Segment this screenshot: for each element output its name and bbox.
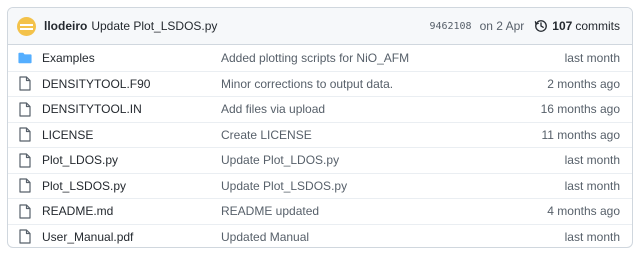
file-icon [18, 76, 32, 92]
commit-count: 107 [552, 19, 573, 33]
commit-date: on 2 Apr [479, 19, 525, 33]
file-commit-message-link[interactable]: Updated Manual [221, 230, 565, 244]
file-list: Examples Added plotting scripts for NiO_A… [8, 45, 632, 248]
file-row[interactable]: DENSITYTOOL.F90 Minor corrections to outp… [8, 70, 632, 97]
file-commit-message-link[interactable]: README updated [221, 204, 547, 218]
file-commit-age: last month [564, 178, 620, 193]
file-commit-age: last month [564, 153, 620, 168]
file-icon [18, 203, 32, 219]
file-commit-message-link[interactable]: Create LICENSE [221, 128, 542, 142]
file-name-link[interactable]: User_Manual.pdf [42, 230, 212, 244]
file-name-link[interactable]: README.md [42, 204, 212, 218]
commits-history-link[interactable]: 107 commits [534, 19, 620, 33]
latest-commit-bar: llodeiro Update Plot_LSDOS.py 9462108 on… [8, 8, 632, 45]
file-name-link[interactable]: Plot_LSDOS.py [42, 179, 212, 193]
file-row[interactable]: Plot_LSDOS.py Update Plot_LSDOS.py last mo… [8, 172, 632, 199]
commit-author-link[interactable]: llodeiro [44, 19, 87, 33]
file-commit-age: last month [564, 50, 620, 65]
file-row[interactable]: DENSITYTOOL.IN Add files via upload 16 mon… [8, 96, 632, 122]
file-row[interactable]: User_Manual.pdf Updated Manual last month [8, 223, 632, 248]
file-icon [18, 101, 32, 117]
commit-message-link[interactable]: Update Plot_LSDOS.py [91, 19, 217, 33]
file-icon [18, 229, 32, 245]
file-icon [18, 127, 32, 143]
file-name-link[interactable]: DENSITYTOOL.IN [42, 102, 212, 116]
file-row[interactable]: Plot_LDOS.py Update Plot_LDOS.py last mont… [8, 147, 632, 173]
file-commit-message-link[interactable]: Update Plot_LDOS.py [221, 153, 565, 167]
file-row[interactable]: LICENSE Create LICENSE 11 months ago [8, 121, 632, 148]
commit-sha-link[interactable]: 9462108 [429, 21, 471, 32]
file-name-link[interactable]: Examples [42, 51, 212, 65]
file-commit-age: 2 months ago [547, 76, 620, 91]
file-commit-message-link[interactable]: Added plotting scripts for NiO_AFM [221, 51, 565, 65]
history-icon [535, 20, 548, 32]
file-commit-message-link[interactable]: Update Plot_LSDOS.py [221, 179, 565, 193]
file-row[interactable]: README.md README updated 4 months ago [8, 198, 632, 224]
file-commit-message-link[interactable]: Add files via upload [221, 102, 541, 116]
file-name-link[interactable]: LICENSE [42, 128, 212, 142]
file-icon [18, 152, 32, 168]
file-icon [18, 178, 32, 194]
avatar[interactable] [17, 16, 36, 36]
file-name-link[interactable]: Plot_LDOS.py [42, 153, 212, 167]
commits-label: commits [575, 19, 620, 33]
file-commit-age: last month [564, 229, 620, 244]
file-commit-age: 16 months ago [540, 102, 620, 117]
file-commit-age: 4 months ago [547, 204, 620, 219]
folder-icon [18, 50, 32, 66]
file-commit-age: 11 months ago [541, 127, 621, 142]
file-name-link[interactable]: DENSITYTOOL.F90 [42, 77, 212, 91]
file-commit-message-link[interactable]: Minor corrections to output data. [221, 77, 547, 91]
file-browser: llodeiro Update Plot_LSDOS.py 9462108 on… [7, 7, 633, 248]
file-row[interactable]: Examples Added plotting scripts for NiO_A… [8, 45, 632, 71]
